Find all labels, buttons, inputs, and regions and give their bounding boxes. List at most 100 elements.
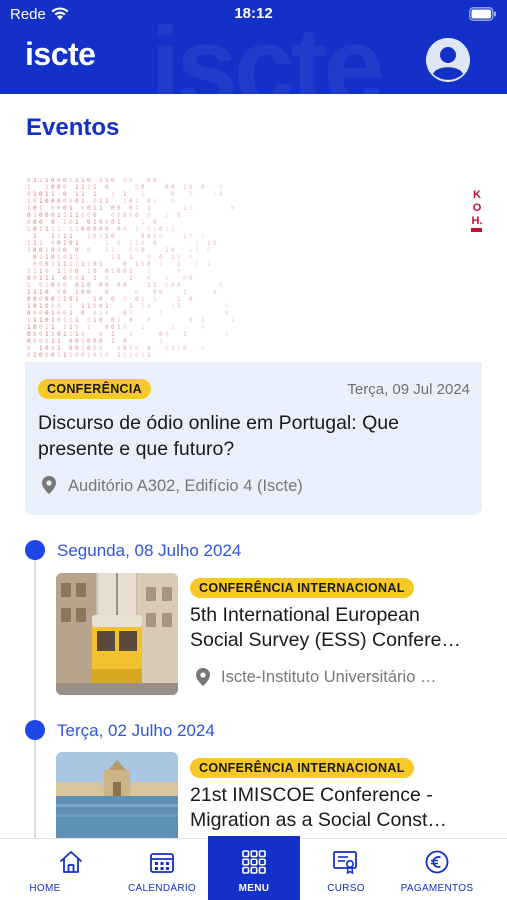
binary-digit: 0	[153, 178, 157, 184]
nav-course[interactable]: CURSO	[300, 839, 392, 900]
nav-calendar[interactable]: CALENDÁRIO	[116, 839, 208, 900]
binary-digit: 0	[117, 282, 121, 289]
binary-digit: 0	[57, 240, 61, 247]
binary-digit: 0	[201, 184, 205, 191]
binary-digit: 0	[39, 324, 43, 331]
binary-digit: 0	[45, 317, 49, 324]
binary-digit: 1	[93, 191, 97, 198]
nav-home[interactable]: HOME	[26, 839, 116, 900]
binary-digit: 1	[63, 296, 67, 303]
featured-event-image[interactable]: 0111000111011000001100011110000010000101…	[25, 178, 482, 362]
nav-payments[interactable]: PAGAMENTOS	[392, 839, 482, 900]
binary-digit: 1	[117, 317, 121, 324]
binary-digit: 1	[39, 268, 43, 275]
binary-digit: 0	[33, 303, 37, 310]
binary-digit: 0	[69, 345, 73, 352]
binary-digit: 0	[57, 184, 61, 191]
binary-digit: 0	[33, 198, 37, 205]
nav-label: CURSO	[327, 883, 365, 894]
binary-digit: 0	[33, 226, 37, 233]
binary-digit: 1	[75, 191, 79, 198]
binary-digit: 1	[81, 345, 85, 352]
binary-digit: 1	[81, 198, 85, 205]
event-thumbnail-tram[interactable]	[56, 573, 178, 695]
binary-digit: 1	[153, 296, 157, 303]
binary-digit: 0	[111, 219, 115, 226]
binary-digit: 0	[105, 268, 109, 275]
binary-digit: 0	[69, 296, 73, 303]
binary-digit: 0	[105, 219, 109, 226]
binary-digit: 0	[141, 233, 145, 240]
binary-digit: 1	[171, 254, 175, 261]
binary-digit: 1	[39, 289, 43, 296]
binary-digit: 1	[69, 178, 73, 184]
binary-digit: 0	[51, 296, 55, 303]
binary-digit: 0	[51, 205, 55, 212]
binary-digit: 1	[39, 240, 43, 247]
binary-digit: 1	[45, 275, 49, 282]
profile-avatar-button[interactable]	[426, 38, 470, 82]
binary-digit: 1	[75, 254, 79, 261]
binary-digit: 1	[111, 254, 115, 261]
lisbon-square-photo	[56, 752, 178, 838]
binary-digit: 0	[219, 191, 223, 198]
binary-digit: 1	[93, 219, 97, 226]
iscte-logo[interactable]: iscte	[25, 36, 96, 73]
binary-digit: 0	[93, 226, 97, 233]
binary-digit: 0	[75, 345, 79, 352]
binary-digit: 0	[147, 178, 151, 184]
binary-digit: 1	[93, 317, 97, 324]
binary-digit: 0	[81, 205, 85, 212]
binary-digit: 0	[45, 261, 49, 268]
binary-digit: 0	[123, 178, 127, 184]
binary-digit: 0	[135, 352, 139, 359]
binary-digit: 0	[171, 191, 175, 198]
binary-digit: 1	[183, 205, 187, 212]
binary-digit: 1	[201, 317, 205, 324]
nav-menu[interactable]: MENU	[208, 836, 300, 900]
binary-digit: 0	[147, 275, 151, 282]
binary-digit: 0	[93, 352, 97, 359]
binary-digit: 0	[165, 184, 169, 191]
binary-digit: 0	[57, 205, 61, 212]
binary-digit: 0	[147, 212, 151, 219]
binary-digit: 1	[33, 289, 37, 296]
binary-digit: 1	[207, 240, 211, 247]
binary-digit: 1	[39, 198, 43, 205]
binary-digit: 1	[81, 338, 85, 345]
binary-digit: 1	[213, 191, 217, 198]
binary-digit: 1	[87, 324, 91, 331]
binary-digit: 0	[45, 289, 49, 296]
binary-digit: 1	[69, 352, 73, 359]
svg-text:O: O	[473, 202, 482, 214]
binary-digit: 0	[117, 212, 121, 219]
binary-digit: 1	[81, 275, 85, 282]
binary-digit: 0	[189, 233, 193, 240]
binary-digit: 0	[69, 275, 73, 282]
binary-digit: 1	[147, 268, 151, 275]
binary-digit: 0	[105, 352, 109, 359]
binary-digit: 1	[231, 317, 235, 324]
certificate-icon	[333, 851, 357, 875]
binary-digit: 0	[87, 212, 91, 219]
category-badge: CONFERÊNCIA INTERNACIONAL	[190, 578, 414, 598]
binary-digit: 0	[87, 226, 91, 233]
binary-digit: 1	[27, 240, 31, 247]
binary-digit: 0	[51, 282, 55, 289]
timeline-date: Segunda, 08 Julho 2024	[57, 541, 242, 560]
binary-digit: 0	[111, 317, 115, 324]
binary-digit: 1	[39, 226, 43, 233]
binary-digit: 0	[219, 184, 223, 191]
featured-event-card[interactable]: CONFERÊNCIA Terça, 09 Jul 2024 Discurso …	[25, 362, 482, 515]
binary-digit: 1	[111, 338, 115, 345]
binary-digit: 0	[165, 331, 169, 338]
binary-digit: 1	[45, 247, 49, 254]
binary-digit: 1	[57, 261, 61, 268]
binary-digit: 0	[27, 191, 31, 198]
binary-digit: 1	[195, 247, 199, 254]
binary-digit: 1	[33, 240, 37, 247]
binary-digit: 0	[141, 184, 145, 191]
binary-digit: 0	[81, 289, 85, 296]
binary-digit: 0	[117, 268, 121, 275]
binary-digit: 0	[111, 233, 115, 240]
